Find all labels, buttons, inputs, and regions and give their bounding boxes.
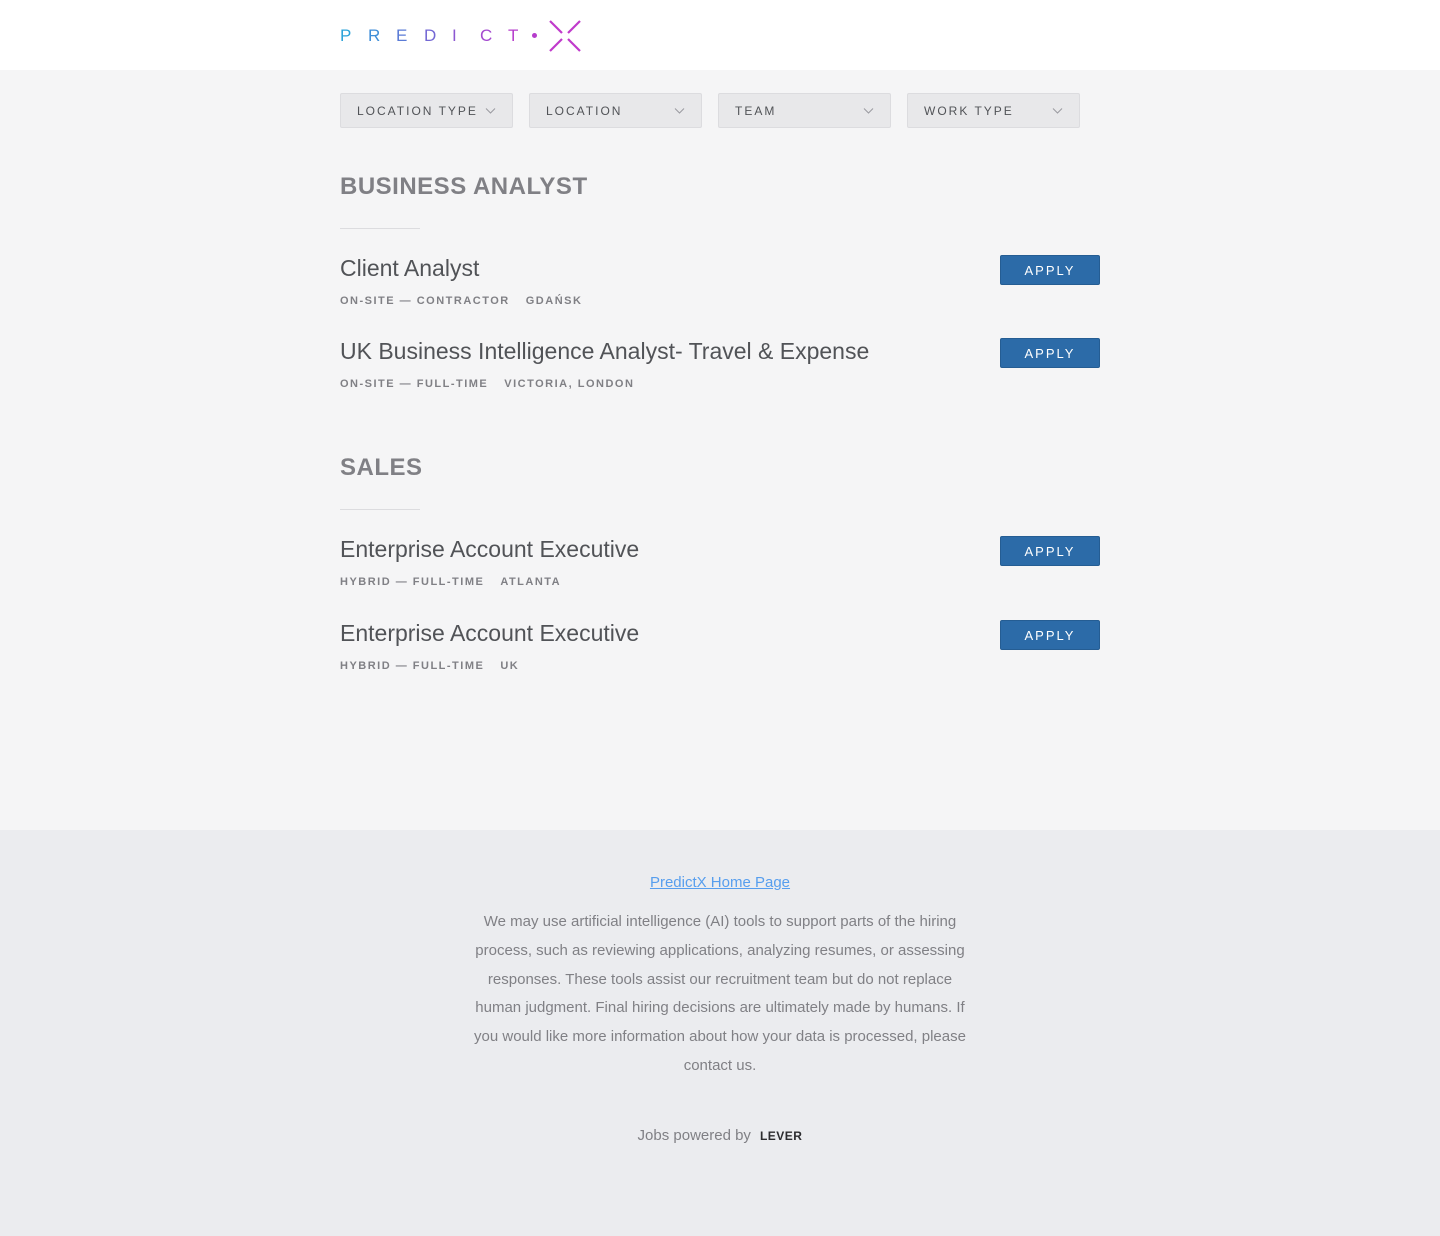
powered-by: Jobs powered by LEVER xyxy=(0,1127,1440,1144)
section-title: SALES xyxy=(340,454,423,481)
posting-commitment: ON-SITE — FULL-TIME xyxy=(340,378,489,390)
apply-button[interactable]: APPLY xyxy=(1000,255,1100,285)
filter-bar: LOCATION TYPE LOCATION TEAM WORK TYPE xyxy=(340,93,1080,128)
chevron-down-icon xyxy=(485,108,496,114)
posting-commitment: HYBRID — FULL-TIME xyxy=(340,576,485,588)
logo-dot-icon xyxy=(532,33,537,38)
chevron-down-icon xyxy=(1052,108,1063,114)
section-divider xyxy=(340,228,420,229)
chevron-down-icon xyxy=(863,108,874,114)
lever-logo-link[interactable]: LEVER xyxy=(760,1129,803,1143)
filter-label: TEAM xyxy=(735,103,777,118)
postings-main: LOCATION TYPE LOCATION TEAM WORK TYPE BU… xyxy=(0,70,1440,830)
apply-button[interactable]: APPLY xyxy=(1000,338,1100,368)
posting-meta: HYBRID — FULL-TIME ATLANTA xyxy=(340,576,561,588)
logo-letter: E xyxy=(396,25,408,45)
posting-item: UK Business Intelligence Analyst- Travel… xyxy=(340,338,1100,398)
posting-location: GDAŃSK xyxy=(525,295,583,307)
posting-item: Enterprise Account Executive HYBRID — FU… xyxy=(340,620,1100,680)
logo-wordmark: P R E D I C T xyxy=(340,18,583,54)
posting-commitment: HYBRID — FULL-TIME xyxy=(340,660,485,672)
filter-label: LOCATION xyxy=(546,103,623,118)
home-link-wrap: PredictX Home Page xyxy=(0,874,1440,892)
page-footer: PredictX Home Page We may use artificial… xyxy=(0,830,1440,1236)
posting-meta: ON-SITE — FULL-TIME VICTORIA, LONDON xyxy=(340,378,634,390)
powered-by-text: Jobs powered by xyxy=(637,1127,751,1144)
ai-disclaimer-text: We may use artificial intelligence (AI) … xyxy=(474,913,966,1074)
apply-button[interactable]: APPLY xyxy=(1000,620,1100,650)
posting-title-link[interactable]: Enterprise Account Executive xyxy=(340,536,639,563)
posting-meta: HYBRID — FULL-TIME UK xyxy=(340,660,519,672)
filter-location[interactable]: LOCATION xyxy=(529,93,702,128)
home-page-link[interactable]: PredictX Home Page xyxy=(650,874,790,891)
posting-commitment: ON-SITE — CONTRACTOR xyxy=(340,295,510,307)
posting-location: VICTORIA, LONDON xyxy=(504,378,635,390)
logo-letter: D xyxy=(424,25,437,45)
predictx-logo[interactable]: P R E D I C T xyxy=(340,17,583,54)
logo-x-icon xyxy=(549,19,581,52)
logo-letter: I xyxy=(452,25,457,45)
filter-work-type[interactable]: WORK TYPE xyxy=(907,93,1080,128)
logo-letter: R xyxy=(368,25,381,45)
posting-item: Client Analyst ON-SITE — CONTRACTOR GDAŃ… xyxy=(340,255,1100,315)
section-business-analyst: BUSINESS ANALYST xyxy=(340,173,1100,229)
section-sales: SALES xyxy=(340,454,1100,510)
logo-letter: P xyxy=(340,25,352,45)
posting-location: ATLANTA xyxy=(500,576,562,588)
posting-meta: ON-SITE — CONTRACTOR GDAŃSK xyxy=(340,295,582,307)
posting-item: Enterprise Account Executive HYBRID — FU… xyxy=(340,536,1100,596)
posting-title-link[interactable]: Client Analyst xyxy=(340,255,479,282)
logo-letter: C xyxy=(480,25,493,45)
posting-title-link[interactable]: Enterprise Account Executive xyxy=(340,620,639,647)
posting-title-link[interactable]: UK Business Intelligence Analyst- Travel… xyxy=(340,338,869,365)
posting-location: UK xyxy=(500,660,520,672)
filter-label: LOCATION TYPE xyxy=(357,103,478,118)
section-title: BUSINESS ANALYST xyxy=(340,173,588,200)
page-header: P R E D I C T xyxy=(0,0,1440,70)
filter-label: WORK TYPE xyxy=(924,103,1014,118)
filter-team[interactable]: TEAM xyxy=(718,93,891,128)
chevron-down-icon xyxy=(674,108,685,114)
logo-letter: T xyxy=(508,25,519,45)
filter-location-type[interactable]: LOCATION TYPE xyxy=(340,93,513,128)
section-divider xyxy=(340,509,420,510)
apply-button[interactable]: APPLY xyxy=(1000,536,1100,566)
